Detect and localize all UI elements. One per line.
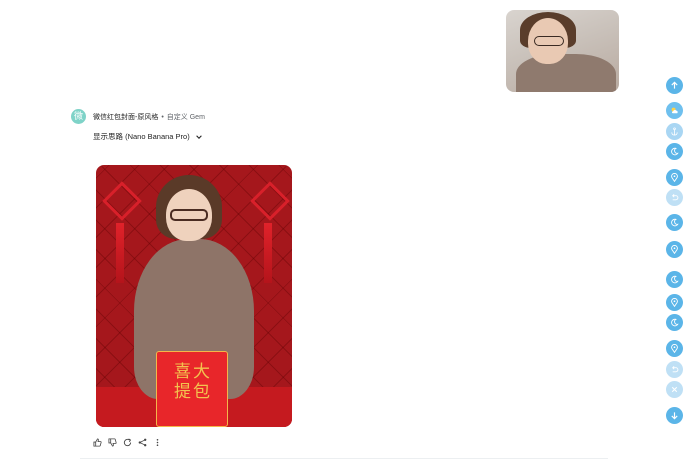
- pin-button[interactable]: [666, 294, 683, 311]
- envelope-text: 喜大 提包: [174, 362, 212, 402]
- gem-type: 自定义 Gem: [166, 114, 205, 121]
- divider: [80, 458, 608, 459]
- chevron-down-icon: [195, 134, 202, 139]
- response-actions: [92, 437, 162, 447]
- scroll-up-button[interactable]: [666, 77, 683, 94]
- chinese-knot-right: [250, 181, 290, 221]
- photo-subject-glasses: [534, 36, 564, 46]
- tassel-left: [116, 223, 124, 283]
- anchor-icon: [671, 127, 678, 136]
- undo-icon: [672, 365, 679, 373]
- weather-button[interactable]: [666, 102, 683, 119]
- gem-name: 微信红包封面-原风格: [93, 114, 159, 121]
- gem-header: 微信红包封面-原风格 • 自定义 Gem: [93, 112, 205, 122]
- pin-button[interactable]: [666, 340, 683, 357]
- pin-button[interactable]: [666, 241, 683, 258]
- more-vert-icon: [156, 438, 158, 446]
- pin-button[interactable]: [666, 169, 683, 186]
- pin-icon: [671, 173, 678, 182]
- undo-button[interactable]: [666, 361, 683, 378]
- undo-button[interactable]: [666, 189, 683, 206]
- red-envelope: 喜大 提包: [156, 351, 228, 427]
- generated-image[interactable]: 喜大 提包: [96, 165, 292, 427]
- anchor-button[interactable]: [666, 123, 683, 140]
- gem-separator: •: [161, 114, 164, 121]
- scroll-down-button[interactable]: [666, 407, 683, 424]
- uploaded-photo[interactable]: [506, 10, 619, 92]
- thumb-down-button[interactable]: [107, 437, 117, 447]
- regenerate-button[interactable]: [122, 437, 132, 447]
- photo-subject-body: [516, 54, 616, 92]
- close-button[interactable]: [666, 381, 683, 398]
- show-thoughts-toggle[interactable]: 显示思路 (Nano Banana Pro): [93, 131, 202, 142]
- dark-mode-button[interactable]: [666, 271, 683, 288]
- pin-icon: [671, 344, 678, 353]
- thumb-up-button[interactable]: [92, 437, 102, 447]
- share-icon: [138, 438, 146, 446]
- tassel-right: [264, 223, 272, 283]
- arrow-down-icon: [671, 412, 678, 420]
- more-options-button[interactable]: [152, 437, 162, 447]
- moon-icon: [671, 218, 679, 227]
- subject-glasses: [170, 209, 208, 221]
- regenerate-icon: [123, 438, 131, 446]
- moon-icon: [671, 318, 679, 327]
- pin-icon: [671, 298, 678, 307]
- dark-mode-button[interactable]: [666, 314, 683, 331]
- chinese-knot-left: [102, 181, 142, 221]
- close-icon: [671, 386, 678, 393]
- gem-avatar: 微: [71, 109, 86, 124]
- moon-icon: [671, 147, 679, 156]
- arrow-up-icon: [671, 81, 678, 89]
- dark-mode-button[interactable]: [666, 143, 683, 160]
- dark-mode-button[interactable]: [666, 214, 683, 231]
- thumb-down-icon: [107, 437, 117, 447]
- thumb-up-icon: [92, 437, 102, 447]
- moon-icon: [671, 275, 679, 284]
- undo-icon: [672, 193, 679, 201]
- weather-icon: [671, 107, 678, 114]
- floating-button-rail: [666, 0, 684, 460]
- pin-icon: [671, 245, 678, 254]
- share-button[interactable]: [137, 437, 147, 447]
- show-thoughts-label: 显示思路 (Nano Banana Pro): [93, 132, 190, 141]
